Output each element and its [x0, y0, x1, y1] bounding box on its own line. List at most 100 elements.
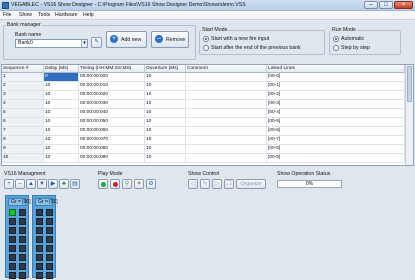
table-cell[interactable]: 3: [2, 91, 44, 100]
table-cell[interactable]: [186, 109, 267, 118]
table-cell[interactable]: 10: [145, 154, 186, 163]
fire-icon[interactable]: ✶: [134, 179, 144, 189]
add-plus-icon[interactable]: +: [4, 179, 14, 189]
table-row[interactable]: 2 10 00:00:00:010 10 [00-1]: [2, 82, 405, 91]
table-cell[interactable]: 7: [2, 127, 44, 136]
table-cell[interactable]: 00:00:00:080: [79, 145, 145, 154]
table-cell[interactable]: 10: [145, 136, 186, 145]
table-cell[interactable]: 0: [44, 73, 79, 82]
run-mode-option-step[interactable]: [333, 45, 339, 51]
table-cell[interactable]: 10: [145, 91, 186, 100]
table-cell[interactable]: [186, 145, 267, 154]
show-edit-icon[interactable]: ✎: [200, 179, 210, 189]
table-cell[interactable]: 10: [44, 91, 79, 100]
table-cell[interactable]: 10: [145, 109, 186, 118]
column-header-linked-lines[interactable]: Linked Lines: [267, 65, 405, 73]
search-icon[interactable]: ⚲: [122, 179, 132, 189]
channel-button[interactable]: [46, 218, 53, 225]
table-cell[interactable]: 10: [44, 118, 79, 127]
column-header-sequence[interactable]: Sequence #: [2, 65, 44, 73]
table-cell[interactable]: [186, 118, 267, 127]
table-cell[interactable]: 10: [44, 145, 79, 154]
table-row[interactable]: 9 10 00:00:00:080 10 [00-8]: [2, 145, 405, 154]
remove-button[interactable]: – Remove: [151, 31, 189, 48]
table-cell[interactable]: [00-7]: [267, 136, 405, 145]
show-next-icon[interactable]: ▷: [212, 179, 222, 189]
table-cell[interactable]: 00:00:00:010: [79, 82, 145, 91]
column-header-timing[interactable]: Timing (HH:MM:SS:MS): [79, 65, 145, 73]
close-button[interactable]: ×: [394, 1, 413, 9]
channel-button[interactable]: [46, 272, 53, 279]
table-row[interactable]: 4 10 00:00:00:030 10 [00-3]: [2, 100, 405, 109]
table-cell[interactable]: [00-4]: [267, 109, 405, 118]
table-cell[interactable]: 5: [2, 109, 44, 118]
table-cell[interactable]: [00-3]: [267, 100, 405, 109]
table-cell[interactable]: [00-5]: [267, 118, 405, 127]
table-cell[interactable]: [186, 82, 267, 91]
table-row[interactable]: 8 10 00:00:00:070 10 [00-7]: [2, 136, 405, 145]
table-row[interactable]: 1 0 00:00:00:000 10 [00-0]: [2, 73, 405, 82]
table-cell[interactable]: 00:00:00:000: [79, 73, 145, 82]
table-cell[interactable]: 10: [2, 154, 44, 163]
vs16-panel-a-label[interactable]: Gr = [00]: [8, 198, 31, 206]
table-cell[interactable]: [186, 154, 267, 163]
channel-button[interactable]: [36, 263, 43, 270]
channel-button[interactable]: [46, 254, 53, 261]
menu-tools[interactable]: Tools: [38, 12, 50, 18]
table-cell[interactable]: 00:00:00:030: [79, 100, 145, 109]
table-row[interactable]: 10 10 00:00:00:090 10 [00-9]: [2, 154, 405, 163]
table-cell[interactable]: [00-9]: [267, 154, 405, 163]
table-cell[interactable]: 1: [2, 73, 44, 82]
channel-button[interactable]: [46, 263, 53, 270]
channel-button[interactable]: [19, 272, 26, 279]
table-cell[interactable]: 10: [145, 145, 186, 154]
table-cell[interactable]: 8: [2, 136, 44, 145]
folder-icon[interactable]: ▤: [70, 179, 80, 189]
stop-red-icon[interactable]: [110, 179, 120, 189]
menu-show[interactable]: Show: [19, 12, 32, 18]
channel-button[interactable]: [9, 227, 16, 234]
add-new-button[interactable]: + Add new: [106, 31, 147, 48]
arrow-down-icon[interactable]: ▼: [37, 179, 47, 189]
channel-button[interactable]: [19, 227, 26, 234]
table-cell[interactable]: 10: [44, 82, 79, 91]
table-cell[interactable]: 9: [2, 145, 44, 154]
table-scrollbar-thumb[interactable]: [407, 66, 412, 102]
table-cell[interactable]: 10: [145, 82, 186, 91]
channel-button[interactable]: [36, 209, 43, 216]
channel-button[interactable]: [19, 236, 26, 243]
table-cell[interactable]: [186, 73, 267, 82]
bank-select[interactable]: Bank0 ▾: [15, 39, 88, 48]
table-cell[interactable]: 00:00:00:060: [79, 127, 145, 136]
tree-icon[interactable]: ♣: [59, 179, 69, 189]
table-cell[interactable]: 6: [2, 118, 44, 127]
table-cell[interactable]: 00:00:00:090: [79, 154, 145, 163]
edit-bank-button[interactable]: ✎: [91, 37, 102, 48]
table-cell[interactable]: 4: [2, 100, 44, 109]
column-header-delay[interactable]: Delay (Ms): [44, 65, 79, 73]
channel-button[interactable]: [46, 236, 53, 243]
vs16-panel-b-label[interactable]: Gr = [01]: [35, 198, 58, 206]
table-cell[interactable]: [00-6]: [267, 127, 405, 136]
table-cell[interactable]: [00-8]: [267, 145, 405, 154]
table-cell[interactable]: 10: [44, 136, 79, 145]
channel-button[interactable]: [36, 254, 43, 261]
channel-button[interactable]: [9, 263, 16, 270]
table-cell[interactable]: [186, 100, 267, 109]
table-cell[interactable]: [00-2]: [267, 91, 405, 100]
table-row[interactable]: 5 10 00:00:00:040 10 [00-4]: [2, 109, 405, 118]
table-cell[interactable]: 00:00:00:050: [79, 118, 145, 127]
table-cell[interactable]: [00-1]: [267, 82, 405, 91]
organize-button[interactable]: Organize: [236, 179, 266, 189]
channel-button[interactable]: [9, 272, 16, 279]
table-cell[interactable]: 10: [145, 118, 186, 127]
table-cell[interactable]: 10: [44, 127, 79, 136]
run-mode-option-automatic[interactable]: [333, 36, 339, 42]
table-cell[interactable]: 10: [44, 154, 79, 163]
arrow-right-icon[interactable]: ▶: [48, 179, 58, 189]
table-cell[interactable]: 10: [44, 109, 79, 118]
table-row[interactable]: 3 10 00:00:00:020 10 [00-2]: [2, 91, 405, 100]
start-mode-option-new-fire[interactable]: [203, 36, 209, 42]
column-header-ouverture[interactable]: Ouverture (Ms): [145, 65, 186, 73]
table-cell[interactable]: [186, 136, 267, 145]
